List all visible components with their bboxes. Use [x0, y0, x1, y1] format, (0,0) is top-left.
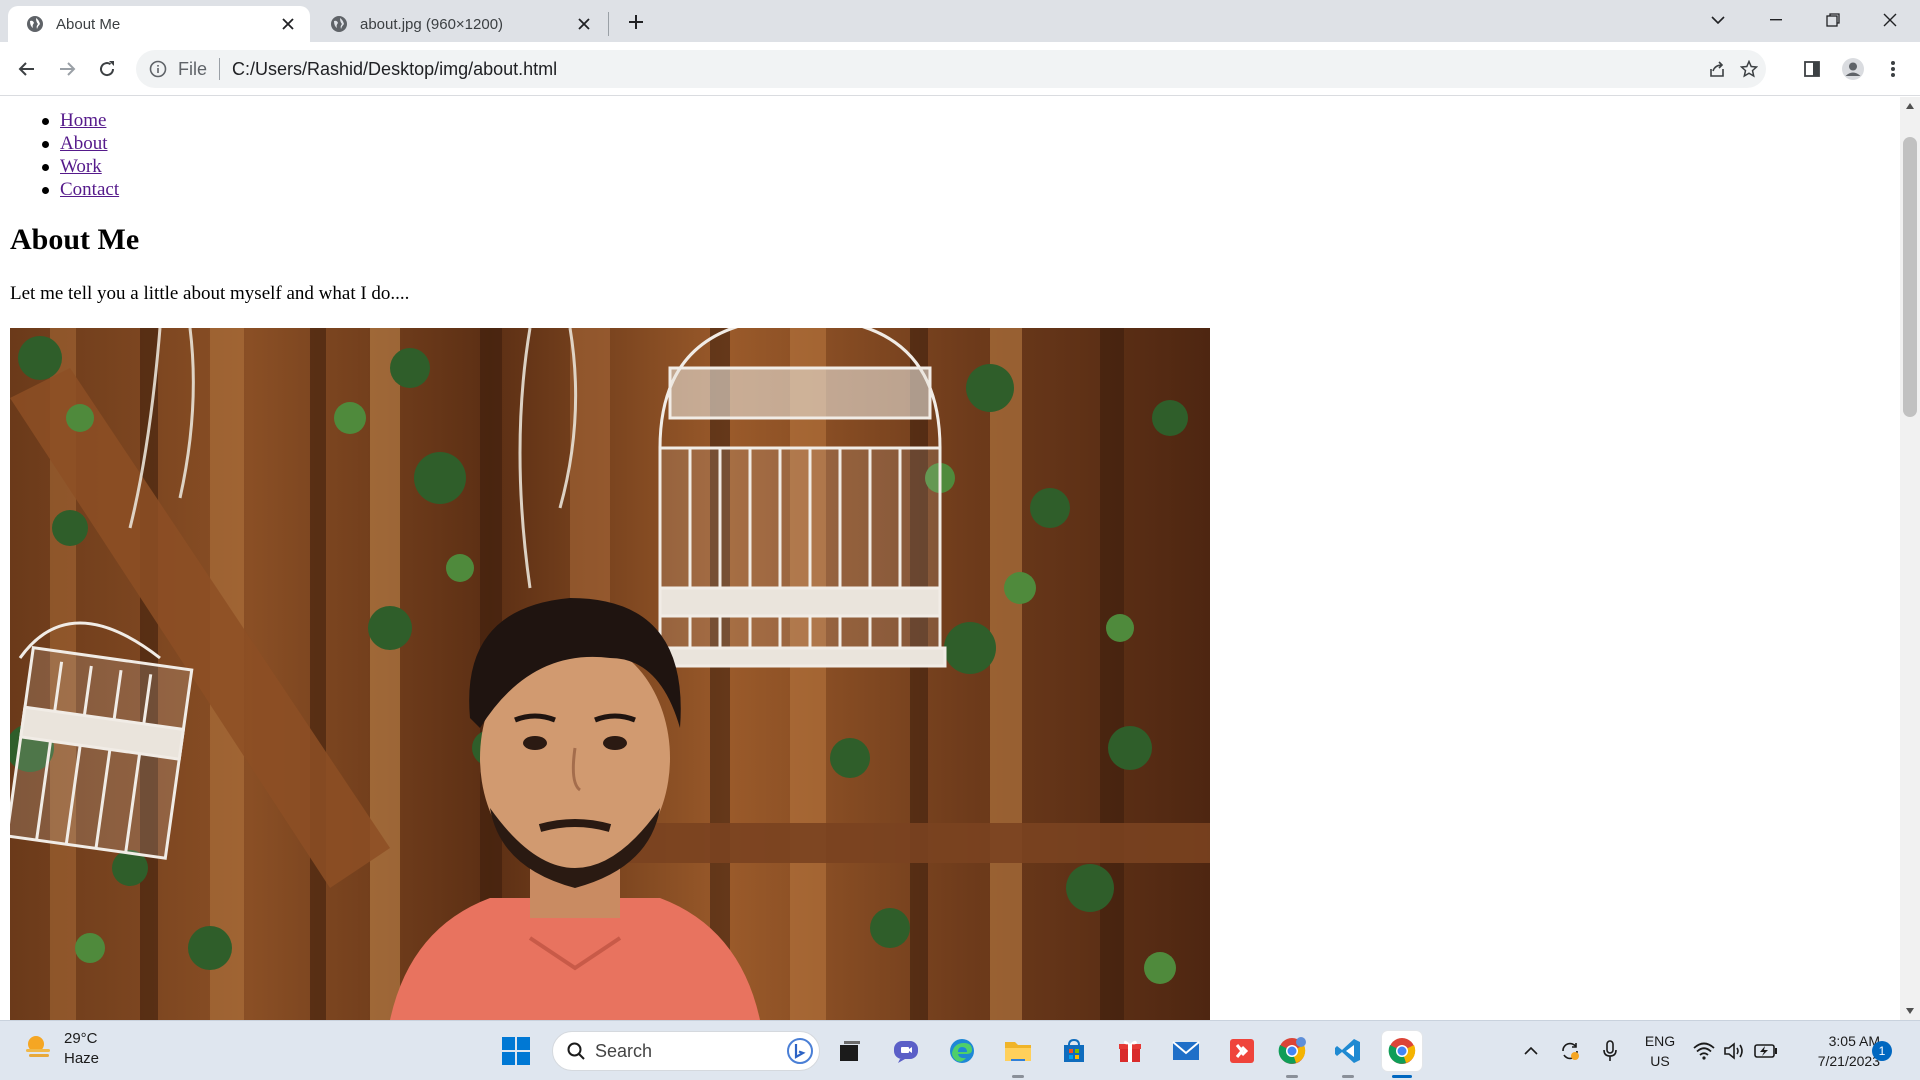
notification-badge[interactable]: 1 — [1872, 1041, 1892, 1061]
nav-link-about[interactable]: About — [60, 133, 108, 154]
tab-title: about.jpg (960×1200) — [360, 15, 504, 33]
anydesk-icon[interactable] — [1222, 1031, 1262, 1071]
close-window-button[interactable] — [1862, 0, 1918, 40]
file-explorer-icon[interactable] — [998, 1031, 1038, 1078]
nav-list: Home About Work Contact — [41, 109, 119, 201]
menu-kebab-icon[interactable] — [1878, 54, 1908, 84]
wifi-icon[interactable] — [1692, 1035, 1716, 1067]
running-indicator — [1286, 1075, 1298, 1078]
info-icon[interactable] — [148, 59, 168, 79]
system-clock[interactable]: 3:05 AM 7/21/2023 — [1790, 1031, 1880, 1071]
search-icon — [567, 1042, 585, 1060]
sync-icon[interactable] — [1556, 1035, 1584, 1067]
nav-item-work: Work — [41, 155, 119, 178]
mail-icon[interactable] — [1166, 1031, 1206, 1071]
scroll-up-arrow-icon[interactable] — [1900, 97, 1920, 115]
chrome-profile-icon[interactable] — [1272, 1031, 1312, 1078]
running-indicator — [1012, 1075, 1024, 1078]
page-heading: About Me — [10, 223, 140, 256]
bookmark-star-icon[interactable] — [1736, 56, 1762, 82]
tab-search-chevron-icon[interactable] — [1690, 0, 1746, 40]
nav-item-about: About — [41, 132, 119, 155]
reload-button[interactable] — [92, 54, 122, 84]
address-divider — [219, 58, 221, 80]
nav-link-home[interactable]: Home — [60, 110, 106, 131]
gift-app-icon[interactable] — [1110, 1031, 1150, 1071]
page-scrollbar[interactable] — [1900, 97, 1920, 1020]
vscode-icon[interactable] — [1328, 1031, 1368, 1078]
profile-avatar-icon[interactable] — [1838, 54, 1868, 84]
close-tab-icon[interactable] — [274, 10, 302, 38]
windows-taskbar: 29°C Haze Search ENG US 3:05 AM 7/21/202… — [0, 1020, 1920, 1080]
intro-paragraph: Let me tell you a little about myself an… — [10, 283, 410, 304]
minimize-button[interactable] — [1748, 0, 1804, 40]
active-indicator — [1392, 1075, 1412, 1078]
edge-browser-icon[interactable] — [942, 1031, 982, 1071]
globe-icon — [330, 15, 348, 33]
microsoft-store-icon[interactable] — [1054, 1031, 1094, 1071]
page-viewport: Home About Work Contact About Me Let me … — [0, 97, 1900, 1020]
back-button[interactable] — [12, 54, 42, 84]
show-hidden-icons-chevron-icon[interactable] — [1520, 1035, 1542, 1067]
weather-condition: Haze — [64, 1050, 100, 1067]
browser-toolbar: File C:/Users/Rashid/Desktop/img/about.h… — [0, 42, 1920, 96]
start-windows-icon[interactable] — [496, 1031, 536, 1071]
profile-photo — [10, 328, 1210, 1020]
language-indicator[interactable]: ENG US — [1640, 1031, 1680, 1071]
new-tab-button[interactable] — [622, 8, 650, 36]
url-text[interactable]: C:/Users/Rashid/Desktop/img/about.html — [232, 59, 557, 80]
side-panel-icon[interactable] — [1797, 54, 1827, 84]
keyboard-region: US — [1650, 1053, 1670, 1069]
running-indicator — [1342, 1075, 1354, 1078]
nav-item-contact: Contact — [41, 178, 119, 201]
nav-link-contact[interactable]: Contact — [60, 179, 119, 200]
address-bar[interactable]: File C:/Users/Rashid/Desktop/img/about.h… — [136, 50, 1766, 88]
task-view-icon[interactable] — [830, 1031, 870, 1071]
bing-icon[interactable] — [787, 1038, 813, 1064]
weather-temperature: 29°C — [64, 1030, 98, 1047]
haze-weather-icon — [22, 1031, 54, 1068]
forward-button[interactable] — [52, 54, 82, 84]
restore-button[interactable] — [1805, 0, 1861, 40]
language-code: ENG — [1644, 1033, 1676, 1049]
volume-icon[interactable] — [1722, 1035, 1746, 1067]
taskbar-search-box[interactable]: Search — [552, 1031, 820, 1071]
nav-item-home: Home — [41, 109, 119, 132]
browser-titlebar: About Me about.jpg (960×1200) — [0, 0, 1920, 42]
clock-date: 7/21/2023 — [1817, 1053, 1880, 1069]
scrollbar-thumb[interactable] — [1903, 137, 1917, 417]
teams-chat-icon[interactable] — [886, 1031, 926, 1071]
battery-charging-icon[interactable] — [1752, 1035, 1780, 1067]
tab-about-jpg[interactable]: about.jpg (960×1200) — [312, 6, 606, 42]
nav-link-work[interactable]: Work — [60, 156, 102, 177]
globe-icon — [26, 15, 44, 33]
tab-about-me[interactable]: About Me — [8, 6, 310, 42]
search-label: Search — [595, 1040, 653, 1061]
clock-time: 3:05 AM — [1828, 1033, 1880, 1049]
scroll-down-arrow-icon[interactable] — [1900, 1002, 1920, 1020]
weather-widget[interactable]: 29°C Haze — [22, 1029, 99, 1069]
tab-separator — [608, 12, 609, 36]
share-icon[interactable] — [1704, 56, 1730, 82]
chrome-icon[interactable] — [1382, 1031, 1422, 1078]
close-tab-icon[interactable] — [570, 10, 598, 38]
tab-title: About Me — [56, 15, 121, 33]
photo-illustration — [10, 328, 1210, 1020]
scheme-label: File — [178, 58, 208, 79]
microphone-icon[interactable] — [1598, 1035, 1622, 1067]
